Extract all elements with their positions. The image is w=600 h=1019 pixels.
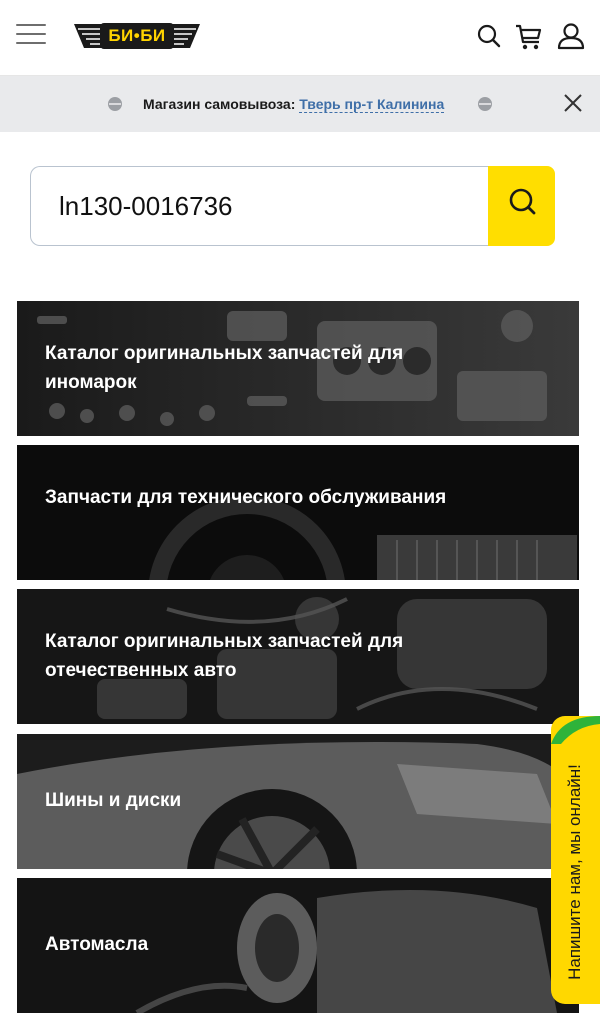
online-chat-button[interactable]: Напишите нам, мы онлайн! [551,716,600,1004]
chat-label: Напишите нам, мы онлайн! [565,764,584,980]
user-icon[interactable] [556,20,586,52]
search-icon[interactable] [474,20,504,52]
pickup-store-link[interactable]: Тверь пр-т Калинина [299,96,445,113]
chat-accent-shape [551,716,600,744]
category-card-foreign-parts[interactable]: Каталог оригинальных запчастей для инома… [17,301,579,436]
search-button[interactable] [488,166,555,246]
search-input[interactable]: ln130-0016736 [30,166,490,246]
cart-icon[interactable] [514,20,544,52]
category-card-domestic-parts[interactable]: Каталог оригинальных запчастей для отече… [17,589,579,724]
search-icon [509,188,536,215]
brake-disc-image [17,445,579,580]
logo-text: БИ•БИ [108,26,166,45]
close-icon[interactable] [562,92,584,114]
category-title: Шины и диски [45,790,182,811]
store-dot-icon [108,97,122,111]
site-header: БИ•БИ [0,0,600,76]
category-title: Запчасти для технического обслуживания [45,487,447,508]
category-card-motor-oils[interactable]: Автомасла [17,878,579,1013]
menu-icon[interactable] [16,22,46,46]
search-input-value: ln130-0016736 [59,191,233,221]
category-title: Каталог оригинальных запчастей для инома… [45,343,404,393]
pickup-store-bar: Магазин самовывоза: Тверь пр-т Калинина [0,76,600,132]
pickup-store-text: Магазин самовывоза: Тверь пр-т Калинина [143,95,445,113]
category-title: Каталог оригинальных запчастей для отече… [45,631,404,681]
category-card-tires-wheels[interactable]: Шины и диски [17,734,579,869]
category-title: Автомасла [45,934,149,955]
category-card-maintenance-parts[interactable]: Запчасти для технического обслуживания [17,445,579,580]
store-dot-icon [478,97,492,111]
pickup-store-label: Магазин самовывоза: [143,96,300,112]
logo[interactable]: БИ•БИ [72,20,202,52]
